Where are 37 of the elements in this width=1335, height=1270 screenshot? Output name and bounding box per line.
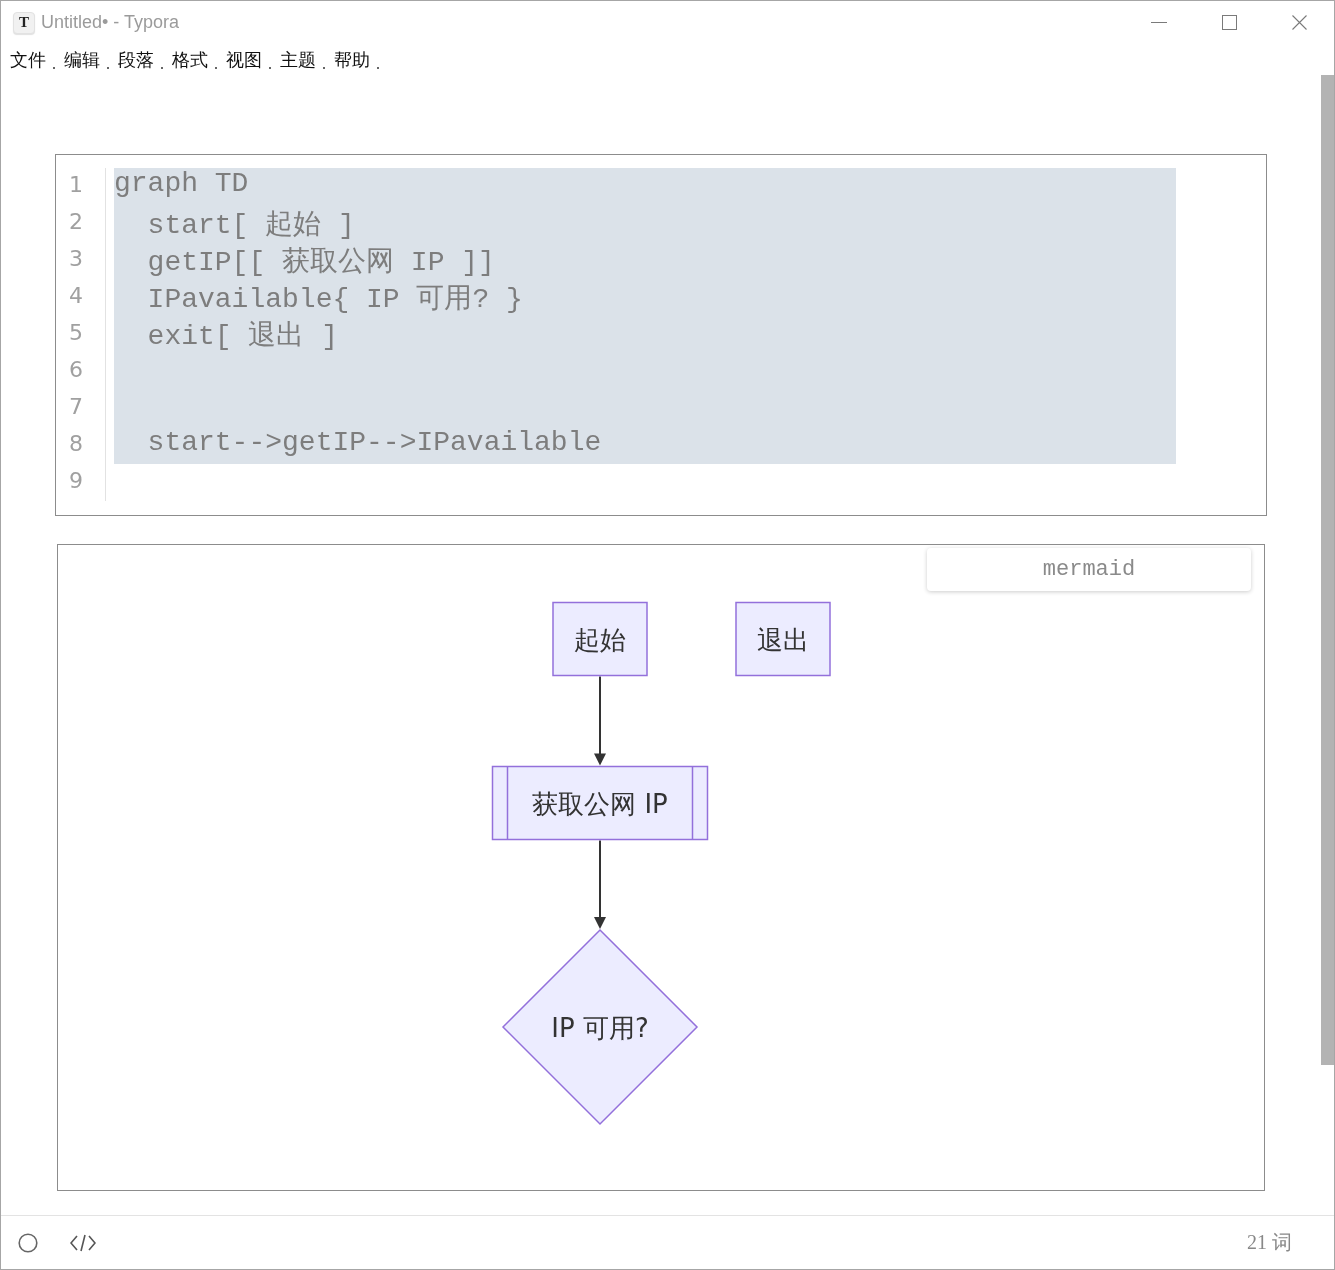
- app-logo: T: [13, 11, 35, 34]
- scrollbar-thumb[interactable]: [1321, 75, 1334, 1065]
- line-number: 1: [69, 172, 83, 197]
- line-number: 4: [69, 283, 83, 308]
- outline-toggle-button[interactable]: [18, 1232, 38, 1253]
- menu-item[interactable]: 文件: [10, 48, 55, 71]
- maximize-icon: [1221, 15, 1237, 30]
- process-node: 退出: [735, 601, 831, 677]
- code-text: getIP[[ 获取公网 IP ]]: [146, 247, 495, 278]
- menu-item[interactable]: 编辑: [64, 48, 109, 71]
- line-number: 2: [69, 209, 83, 234]
- subroutine-node: 获取公网 IP: [491, 765, 709, 841]
- line-number: 5: [69, 320, 83, 345]
- line-number: 9: [69, 468, 83, 493]
- circle-icon: [18, 1232, 38, 1253]
- code-text: exit[ 退出 ]: [146, 321, 339, 352]
- window-title: Untitled• - Typora: [41, 12, 181, 33]
- line-number: 6: [69, 357, 83, 382]
- code-text: start-->getIP-->IPavailable: [146, 427, 602, 458]
- decision-node: IP 可用?: [501, 928, 699, 1126]
- menu-item[interactable]: 主题: [280, 48, 325, 71]
- source-mode-button[interactable]: [70, 1233, 96, 1252]
- code-text: graph TD: [114, 168, 249, 199]
- code-text: IPavailable{ IP 可用? }: [146, 284, 523, 315]
- line-number: 7: [69, 394, 83, 419]
- process-node: 起始: [552, 601, 648, 677]
- code-icon: [70, 1233, 96, 1252]
- minimize-icon: [1151, 22, 1167, 23]
- menu-item[interactable]: 视图: [226, 48, 271, 71]
- word-count: 21 词: [1247, 1230, 1292, 1255]
- line-number: 3: [69, 246, 83, 271]
- line-number: 8: [69, 431, 83, 456]
- code-text: start[ 起始 ]: [146, 210, 355, 241]
- menu-item[interactable]: 帮助: [334, 48, 379, 71]
- menu-item[interactable]: 段落: [118, 48, 163, 71]
- close-icon: [1291, 15, 1307, 30]
- menu-item[interactable]: 格式: [172, 48, 217, 71]
